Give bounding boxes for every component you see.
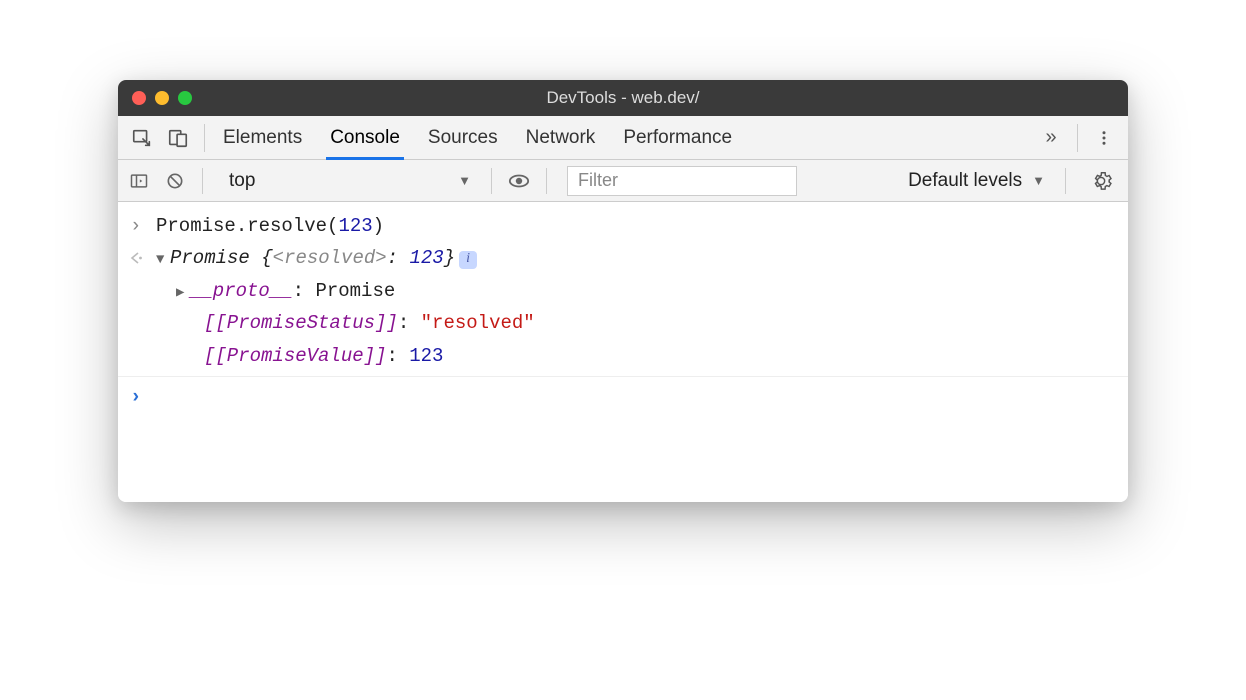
output-head[interactable]: ▼Promise {<resolved>: 123}i: [156, 243, 1116, 273]
tab-performance[interactable]: Performance: [623, 116, 732, 159]
output-prop-status: [[PromiseStatus]]: "resolved": [118, 307, 1128, 339]
toggle-sidebar-icon[interactable]: [124, 166, 154, 196]
toolbar-separator: [204, 124, 205, 152]
gear-icon[interactable]: [1084, 164, 1118, 198]
filter-input[interactable]: [567, 166, 797, 196]
minimize-icon[interactable]: [155, 91, 169, 105]
console-input-echo: › Promise.resolve(123): [118, 210, 1128, 242]
console-prompt[interactable]: ›: [118, 381, 1128, 413]
disclosure-triangle-icon[interactable]: ▶: [176, 282, 190, 304]
more-tabs-icon[interactable]: »: [1033, 120, 1069, 156]
subbar-separator-4: [1065, 168, 1066, 194]
console-toolbar: top ▼ Default levels ▼: [118, 160, 1128, 202]
console-output: ▼Promise {<resolved>: 123}i: [118, 242, 1128, 274]
device-toggle-icon[interactable]: [160, 120, 196, 156]
context-label: top: [229, 170, 255, 192]
prompt-chevron-icon: ›: [130, 382, 156, 412]
panel-tabs: Elements Console Sources Network Perform…: [223, 116, 1033, 159]
console-divider: [118, 376, 1128, 377]
kebab-menu-icon[interactable]: [1086, 120, 1122, 156]
tab-console[interactable]: Console: [330, 116, 400, 159]
tab-elements[interactable]: Elements: [223, 116, 302, 159]
inspect-element-icon[interactable]: [124, 120, 160, 156]
subbar-separator-2: [491, 168, 492, 194]
clear-console-icon[interactable]: [160, 166, 190, 196]
input-expression: Promise.resolve(123): [156, 211, 1116, 241]
traffic-lights: [118, 91, 192, 105]
tab-network[interactable]: Network: [526, 116, 596, 159]
close-icon[interactable]: [132, 91, 146, 105]
main-toolbar: Elements Console Sources Network Perform…: [118, 116, 1128, 160]
window-title: DevTools - web.dev/: [118, 88, 1128, 108]
output-chevron-icon: [130, 243, 156, 273]
devtools-window: DevTools - web.dev/ Elements Console Sou…: [118, 80, 1128, 502]
toolbar-separator-2: [1077, 124, 1078, 152]
execution-context-select[interactable]: top ▼: [219, 168, 479, 194]
zoom-icon[interactable]: [178, 91, 192, 105]
console-body: › Promise.resolve(123) ▼Promise {<resolv…: [118, 202, 1128, 502]
input-chevron-icon: ›: [130, 211, 156, 241]
disclosure-triangle-icon[interactable]: ▼: [156, 249, 170, 271]
chevron-down-icon: ▼: [1032, 173, 1045, 188]
subbar-separator-3: [546, 168, 547, 194]
subbar-separator-1: [202, 168, 203, 194]
output-prop-value: [[PromiseValue]]: 123: [118, 340, 1128, 372]
levels-label: Default levels: [908, 170, 1022, 192]
chevron-down-icon: ▼: [458, 173, 471, 188]
titlebar: DevTools - web.dev/: [118, 80, 1128, 116]
info-icon[interactable]: i: [459, 251, 477, 269]
output-prop-proto: ▶__proto__: Promise: [118, 275, 1128, 307]
log-levels-select[interactable]: Default levels ▼: [900, 170, 1053, 192]
tab-sources[interactable]: Sources: [428, 116, 498, 159]
prompt-input[interactable]: [156, 382, 1116, 412]
live-expression-icon[interactable]: [504, 166, 534, 196]
